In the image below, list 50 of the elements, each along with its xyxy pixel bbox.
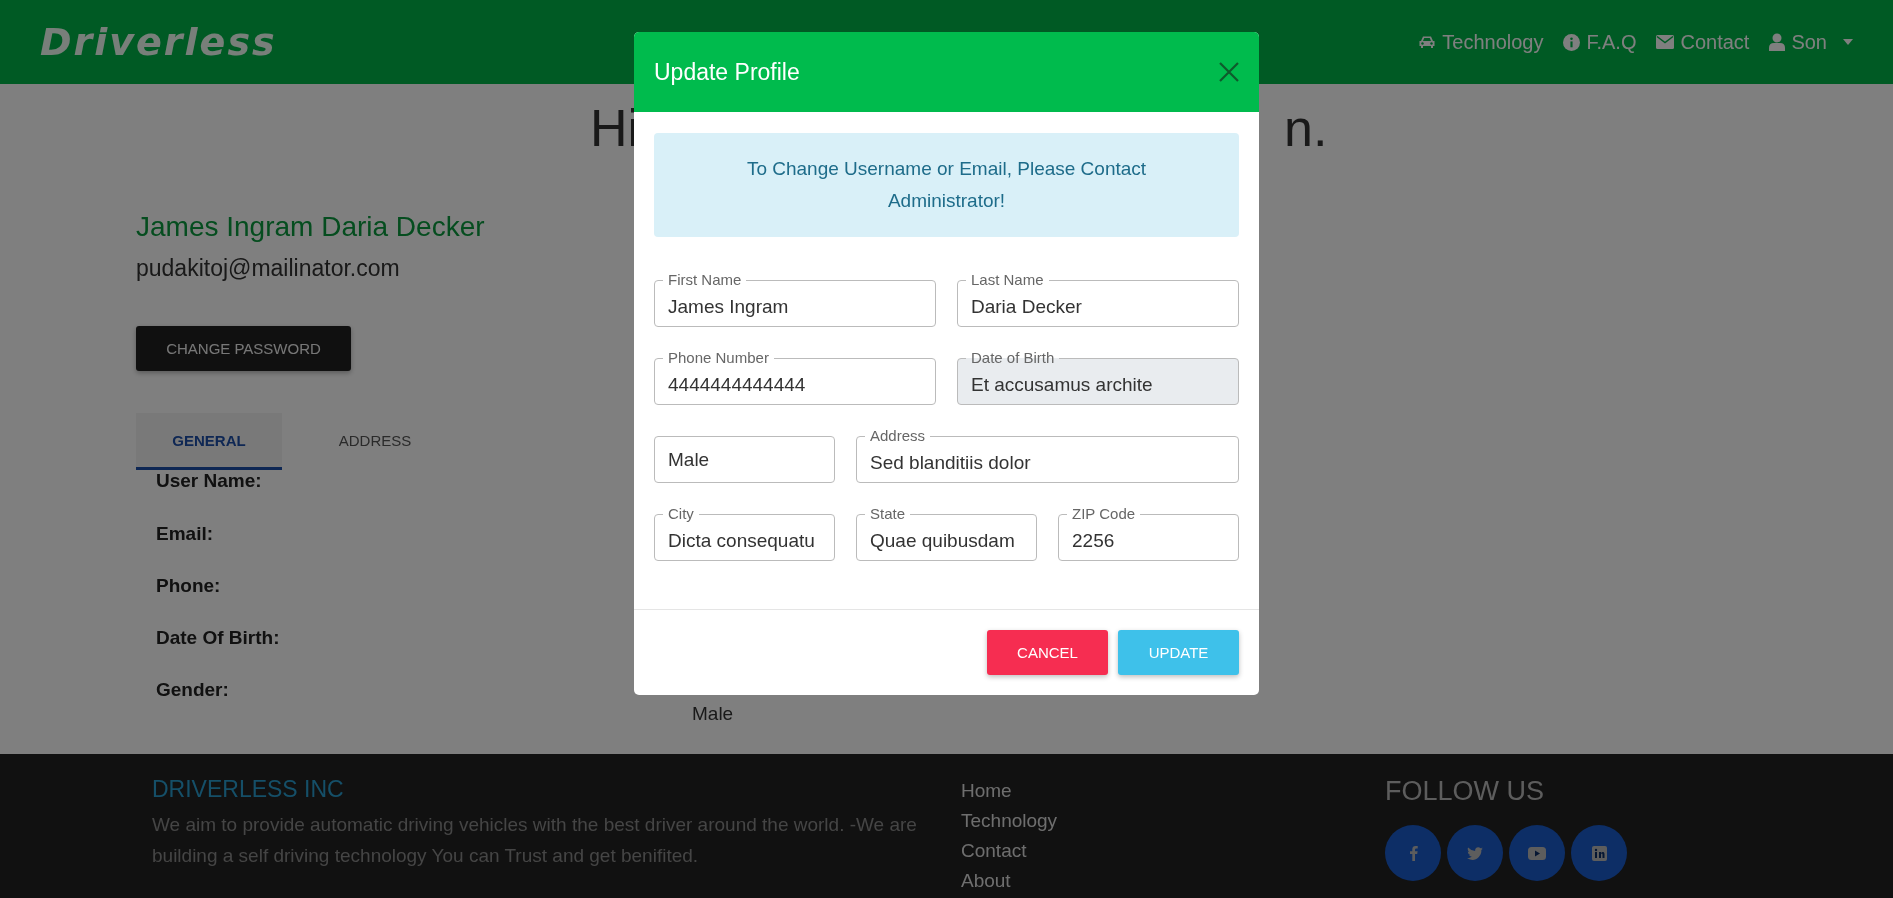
profile-email: pudakitoj@mailinator.com	[136, 255, 400, 282]
user-icon	[1769, 33, 1786, 51]
footer-link[interactable]: Technology	[961, 806, 1385, 836]
nav-link[interactable]: Technology	[1418, 30, 1544, 54]
follow-title: FOLLOW US	[1385, 776, 1546, 807]
page-heading: n.	[1284, 98, 1328, 159]
detail-label: Email:	[156, 523, 214, 544]
car-icon	[1418, 35, 1437, 49]
nav-link[interactable]: Son	[1769, 30, 1853, 54]
input-field[interactable]: City Dicta consequatu	[654, 505, 835, 561]
input-field[interactable]: ZIP Code 2256	[1058, 505, 1239, 561]
footer-link[interactable]: Contact	[961, 836, 1385, 866]
detail-label: Gender:	[156, 679, 229, 700]
footer-link[interactable]: Home	[961, 776, 1385, 806]
detail-label: Date Of Birth:	[156, 627, 280, 648]
input-field[interactable]: Phone Number 4444444444444	[654, 349, 936, 405]
twitter-link[interactable]	[1447, 825, 1503, 881]
input-field[interactable]: State Quae quibusdam	[856, 505, 1037, 561]
change-password-button[interactable]: CHANGE PASSWORD	[136, 326, 351, 371]
update-button[interactable]: UPDATE	[1118, 630, 1239, 675]
cancel-button[interactable]: CANCEL	[987, 630, 1108, 675]
input-field[interactable]: Last Name Daria Decker	[957, 271, 1239, 327]
field-label: City	[663, 505, 699, 523]
twitter-icon	[1467, 846, 1483, 860]
envelope-icon	[1656, 35, 1675, 49]
detail-value: Male	[692, 703, 734, 725]
close-icon	[1219, 62, 1239, 82]
youtube-icon	[1528, 846, 1546, 860]
profile-name: James Ingram Daria Decker	[136, 211, 485, 243]
input-field[interactable]: Address Sed blanditiis dolor	[856, 427, 1239, 483]
footer-company-name: DRIVERLESS INC	[152, 776, 345, 803]
alert-text: To Change Username or Email, Please Contact Administrator!	[746, 158, 1147, 211]
logo[interactable]: Driverless	[40, 20, 277, 64]
youtube-link[interactable]	[1509, 825, 1565, 881]
gender-select[interactable]: Male	[654, 427, 835, 483]
facebook-link[interactable]	[1385, 825, 1441, 881]
info-icon	[1563, 33, 1581, 51]
linkedin-icon	[1591, 845, 1607, 861]
detail-label: Phone:	[156, 575, 221, 596]
close-button[interactable]	[1219, 62, 1239, 82]
input-field[interactable]: First Name James Ingram	[654, 271, 936, 327]
nav-link[interactable]: Contact	[1656, 30, 1750, 54]
tab[interactable]: ADDRESS	[302, 413, 448, 470]
footer-link[interactable]: About	[961, 866, 1385, 896]
facebook-icon	[1408, 845, 1418, 861]
linkedin-link[interactable]	[1571, 825, 1627, 881]
nav-link[interactable]: F.A.Q	[1563, 30, 1637, 54]
tab[interactable]: GENERAL	[136, 413, 282, 470]
dialog-title: Update Profile	[654, 58, 800, 86]
detail-label: User Name:	[156, 470, 262, 491]
